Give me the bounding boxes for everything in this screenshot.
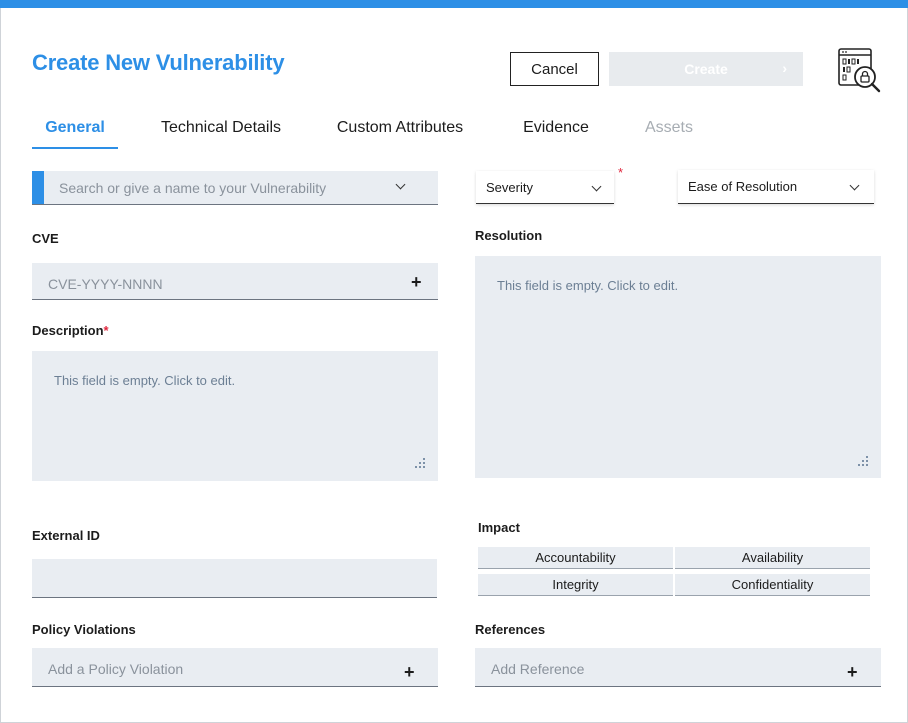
external-id-label: External ID xyxy=(32,528,100,543)
references-label: References xyxy=(475,622,546,637)
impact-option-accountability[interactable]: Accountability xyxy=(478,547,673,569)
impact-label: Impact xyxy=(478,520,520,535)
policy-violations-label: Policy Violations xyxy=(32,622,136,637)
add-reference-plus-icon[interactable]: + xyxy=(847,663,858,681)
top-accent-bar xyxy=(0,0,908,8)
dialog-title: Create New Vulnerability xyxy=(32,50,285,75)
create-button[interactable]: Create › xyxy=(609,52,803,86)
ease-of-resolution-select[interactable]: Ease of Resolution xyxy=(678,170,874,204)
cve-label: CVE xyxy=(32,231,59,246)
tab-technical-details[interactable]: Technical Details xyxy=(150,108,292,148)
description-textarea[interactable] xyxy=(32,351,438,481)
add-cve-plus-icon[interactable]: + xyxy=(411,273,422,291)
vulnerability-name-placeholder: Search or give a name to your Vulnerabil… xyxy=(59,180,327,196)
severity-select-label: Severity xyxy=(486,180,533,195)
vulnerability-search-icon xyxy=(836,47,882,93)
chevron-down-icon xyxy=(591,181,602,192)
chevron-right-icon: › xyxy=(782,60,787,76)
tab-bar: General Technical Details Custom Attribu… xyxy=(32,108,872,150)
external-id-input[interactable] xyxy=(32,559,437,598)
cancel-button[interactable]: Cancel xyxy=(510,52,599,86)
resolution-label: Resolution xyxy=(475,228,543,243)
references-placeholder: Add Reference xyxy=(491,661,585,677)
tab-general[interactable]: General xyxy=(32,108,118,149)
tab-assets: Assets xyxy=(644,119,693,136)
impact-option-availability[interactable]: Availability xyxy=(675,547,870,569)
impact-option-integrity[interactable]: Integrity xyxy=(478,574,673,596)
resize-grip-icon[interactable] xyxy=(415,458,427,470)
severity-select[interactable]: Severity xyxy=(476,171,614,204)
ease-of-resolution-label: Ease of Resolution xyxy=(688,179,798,194)
search-accent-bar xyxy=(32,171,44,204)
severity-required-mark: * xyxy=(618,165,624,180)
impact-option-confidentiality[interactable]: Confidentiality xyxy=(675,574,870,596)
cve-placeholder: CVE-YYYY-NNNN xyxy=(48,276,163,292)
add-policy-violation-plus-icon[interactable]: + xyxy=(404,663,415,681)
description-label: Description* xyxy=(32,323,109,338)
policy-violations-placeholder: Add a Policy Violation xyxy=(48,661,184,677)
chevron-down-icon xyxy=(849,180,860,191)
resize-grip-icon[interactable] xyxy=(858,456,870,468)
tab-custom-attributes[interactable]: Custom Attributes xyxy=(326,108,474,148)
description-empty-text: This field is empty. Click to edit. xyxy=(54,373,236,388)
create-button-label: Create xyxy=(684,61,728,77)
resolution-empty-text: This field is empty. Click to edit. xyxy=(497,278,679,293)
tab-evidence[interactable]: Evidence xyxy=(514,108,598,148)
